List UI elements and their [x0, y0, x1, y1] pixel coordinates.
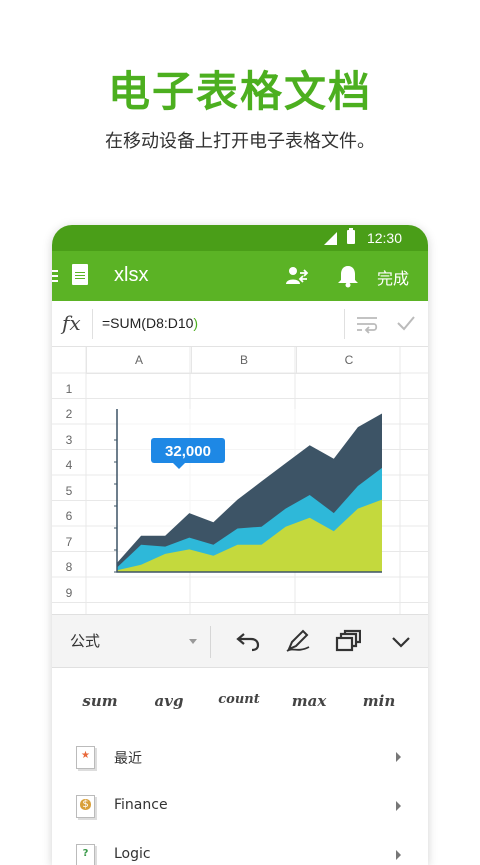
category-item-finance[interactable]: $ Finance: [52, 782, 428, 831]
signal-icon: [324, 232, 337, 245]
category-label: 最近: [114, 751, 142, 767]
file-name: xlsx: [114, 264, 149, 286]
divider: [344, 309, 345, 339]
formula-suffix: ): [193, 315, 199, 331]
value-badge-label: 32,000: [165, 443, 211, 460]
copy-icon[interactable]: [335, 629, 361, 653]
formula-prefix: =SUM(: [102, 315, 146, 331]
fx-label: fx: [62, 311, 81, 335]
area-chart[interactable]: 32,000: [52, 347, 428, 614]
category-label: Finance: [114, 797, 168, 813]
money-bag-icon: $: [76, 795, 95, 818]
check-icon[interactable]: [396, 314, 416, 332]
divider: [92, 309, 93, 339]
function-min-button[interactable]: min: [363, 692, 395, 710]
category-item-recent[interactable]: ★ 最近: [52, 733, 428, 782]
phone-frame: 12:30 xlsx 完成 fx =SUM(D8:D10) A B C 1 2 …: [52, 225, 428, 865]
category-label: Logic: [114, 846, 151, 862]
wrap-text-icon[interactable]: [356, 314, 378, 334]
divider: [210, 626, 211, 658]
formula-toolbar: 公式: [52, 614, 428, 668]
undo-icon[interactable]: [235, 629, 261, 653]
function-shortcuts: sum avg count max min: [52, 668, 428, 733]
function-count-button[interactable]: count: [218, 692, 260, 707]
battery-icon: [347, 228, 355, 244]
formula-bar: fx =SUM(D8:D10): [52, 301, 428, 347]
hero-title: 电子表格文档: [107, 67, 372, 116]
chevron-right-icon: [396, 801, 401, 811]
share-user-icon[interactable]: [285, 265, 309, 287]
chevron-right-icon: [396, 850, 401, 860]
status-bar: 12:30: [52, 225, 428, 251]
bell-icon[interactable]: [337, 264, 359, 288]
function-sum-button[interactable]: sum: [82, 692, 117, 710]
app-bar: xlsx 完成: [52, 251, 428, 301]
done-button[interactable]: 完成: [377, 265, 409, 289]
spreadsheet-grid[interactable]: A B C 1 2 3 4 5 6 7 8 9 32,000: [52, 347, 428, 614]
dropdown-caret-icon[interactable]: [189, 639, 197, 644]
formula-range: D8:D10: [145, 315, 194, 331]
hero-subtitle: 在移动设备上打开电子表格文件。: [105, 131, 375, 152]
pen-icon[interactable]: [285, 629, 311, 653]
document-icon: [72, 264, 88, 285]
star-icon: ★: [76, 746, 95, 769]
chevron-right-icon: [396, 752, 401, 762]
menu-icon[interactable]: [52, 270, 58, 282]
status-time: 12:30: [366, 230, 402, 246]
function-max-button[interactable]: max: [292, 692, 327, 710]
formula-category-select[interactable]: 公式: [70, 630, 100, 651]
function-avg-button[interactable]: avg: [155, 692, 184, 710]
question-icon: ?: [76, 844, 95, 865]
chevron-down-icon[interactable]: [388, 629, 414, 653]
formula-input[interactable]: =SUM(D8:D10): [102, 315, 198, 331]
category-item-logic[interactable]: ? Logic: [52, 831, 428, 865]
